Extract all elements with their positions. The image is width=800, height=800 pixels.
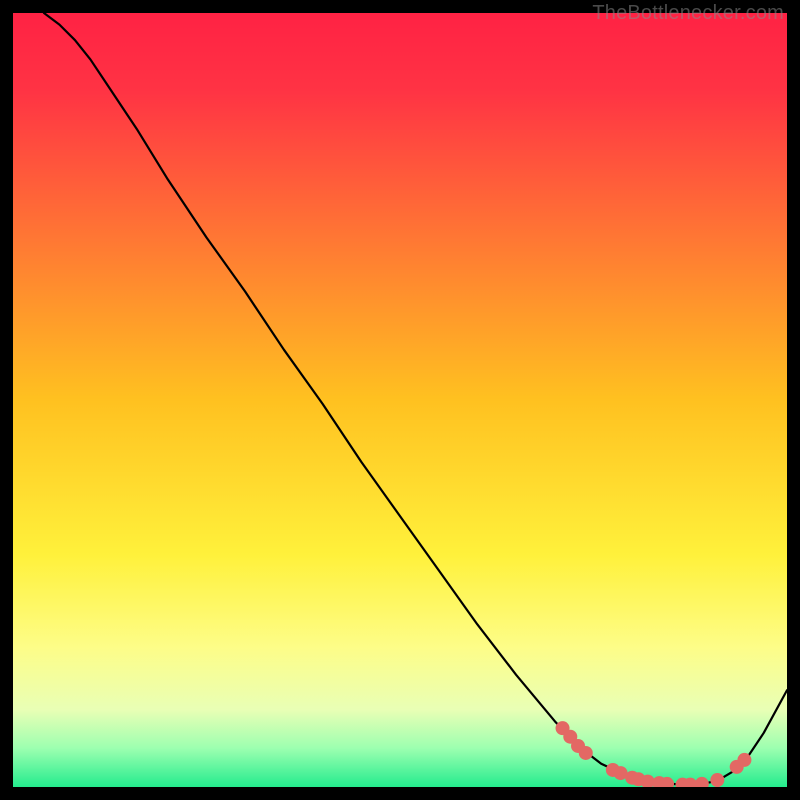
marker-point (737, 753, 751, 767)
marker-point (579, 746, 593, 760)
watermark-text: TheBottlenecker.com (592, 2, 784, 25)
gradient-bg (13, 13, 787, 787)
chart-frame (13, 13, 787, 787)
marker-point (710, 773, 724, 787)
chart-plot (13, 13, 787, 787)
